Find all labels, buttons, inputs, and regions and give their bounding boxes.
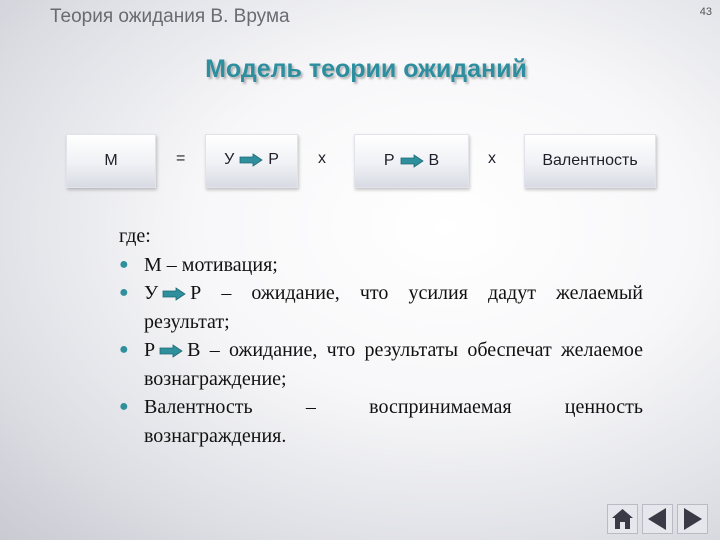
arrow-right-icon	[239, 153, 263, 167]
formula-box-effort-label: У	[224, 151, 235, 168]
definition-text: В – ожидание, что результаты обеспечат ж…	[144, 339, 643, 390]
header-title: Теория ожидания В. Врума	[50, 6, 290, 27]
formula-multiply-sign-1: х	[318, 150, 326, 167]
formula-box-result2-label: Р	[383, 152, 395, 169]
arrow-right-icon	[400, 154, 424, 168]
definition-text: Валентность – воспринимаемая ценность во…	[144, 396, 643, 447]
definition-lead: У	[144, 282, 159, 304]
definition-text: Р – ожидание, что усилия дадут желаемый …	[144, 282, 643, 333]
bullet-dot-icon: ●	[119, 255, 129, 273]
bullet-dot-icon: ●	[119, 341, 129, 358]
previous-icon[interactable]	[642, 504, 673, 534]
definition-item: ● УР – ожидание, что усилия дадут желаем…	[119, 279, 643, 336]
formula-box-reward-label: В	[428, 152, 440, 169]
formula-equals-sign: =	[176, 150, 186, 167]
formula-box-result-reward: Р В	[354, 134, 469, 188]
bullet-dot-icon: ●	[119, 284, 129, 301]
slide-title: Модель теории ожиданий	[205, 55, 527, 83]
bullet-dot-icon: ●	[119, 398, 129, 415]
definition-lead: Р	[144, 339, 156, 361]
next-icon[interactable]	[677, 504, 708, 534]
definition-text: М – мотивация;	[144, 253, 278, 276]
home-icon[interactable]	[607, 504, 638, 534]
formula-multiply-sign-2: х	[488, 150, 496, 167]
formula-box-valence-label: Валентность	[542, 152, 638, 169]
definitions-intro: где:	[119, 225, 151, 247]
formula-box-result-label: Р	[268, 151, 279, 168]
page-number: 43	[699, 6, 712, 18]
definitions-block: где: ● М – мотивация; ● УР – ожидание, ч…	[119, 222, 643, 450]
arrow-right-icon	[159, 344, 183, 358]
formula-box-effort-result: У Р	[205, 134, 298, 188]
formula-box-motivation-label: М	[104, 152, 118, 169]
formula-box-motivation: М	[66, 134, 156, 188]
arrow-right-icon	[162, 287, 186, 301]
definition-item: ● М – мотивация;	[119, 251, 643, 280]
definition-item: ● РВ – ожидание, что результаты обеспеча…	[119, 336, 643, 393]
definition-item: ● Валентность – воспринимаемая ценность …	[119, 393, 643, 450]
formula-box-valence: Валентность	[524, 134, 656, 188]
